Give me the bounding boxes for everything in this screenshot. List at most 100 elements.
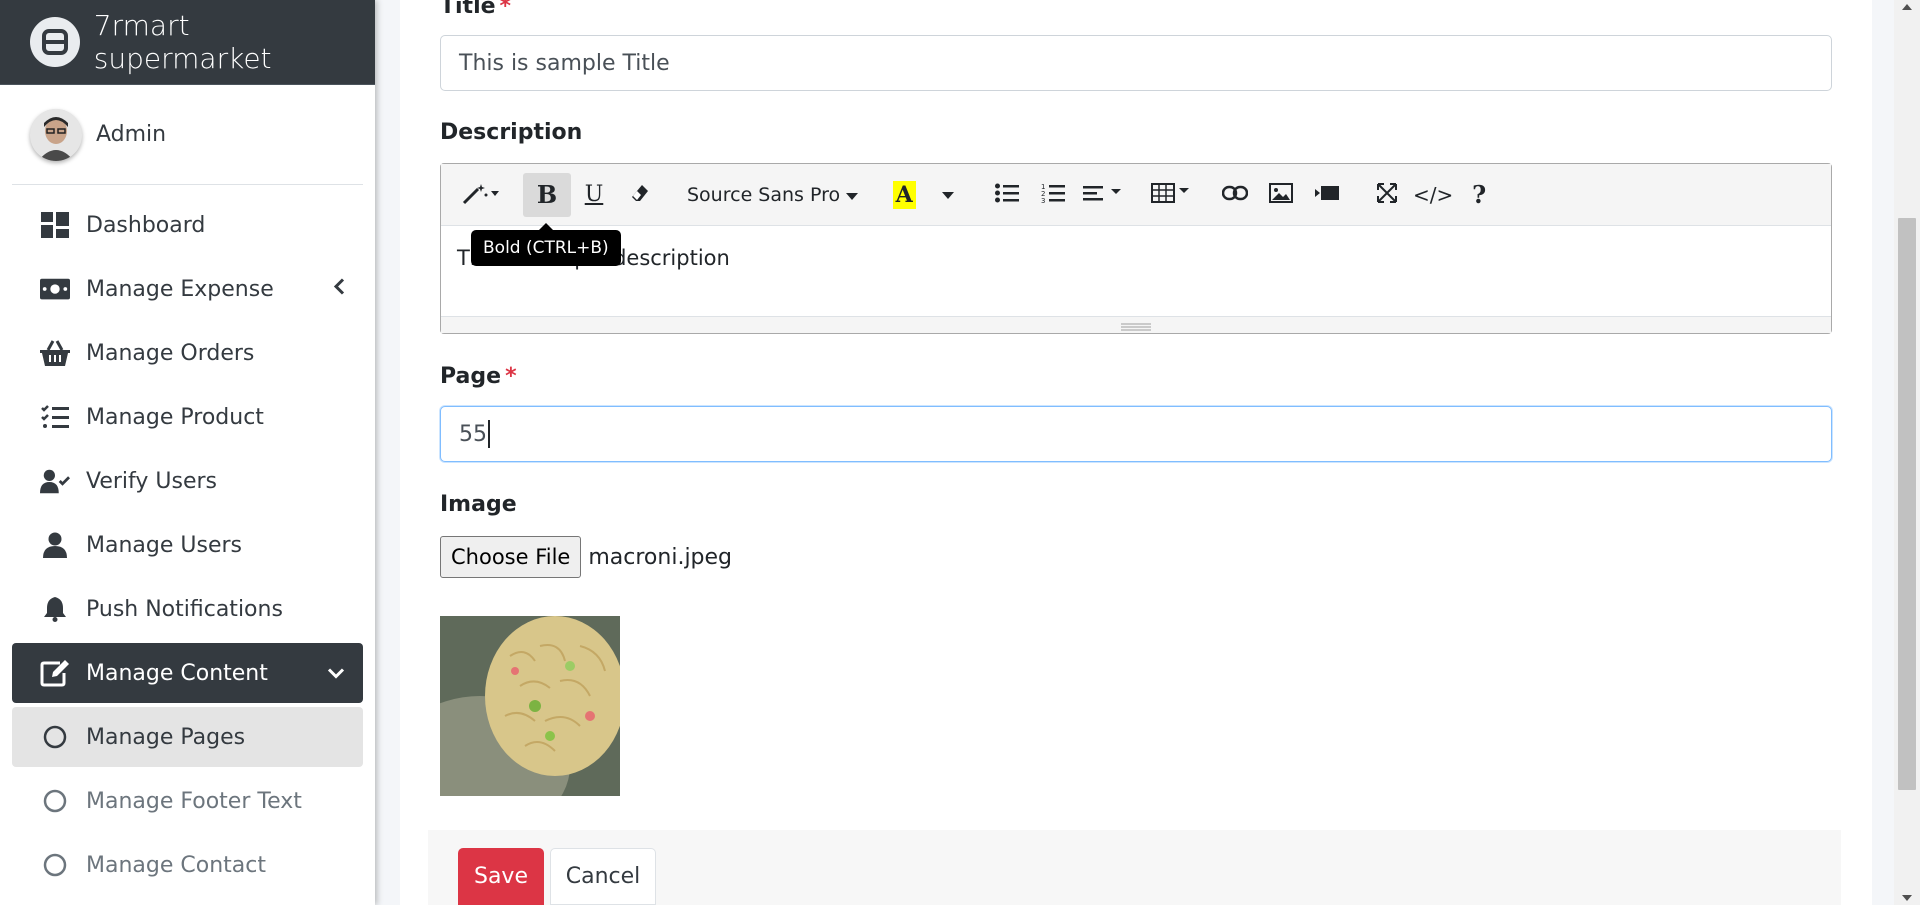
sidebar-nav: Dashboard Manage Expense Manage Orders M… (0, 195, 375, 895)
sidebar-item-verify-users[interactable]: Verify Users (12, 451, 363, 511)
eraser-icon (630, 183, 650, 207)
sidebar-item-manage-product[interactable]: Manage Product (12, 387, 363, 447)
color-dropdown-button[interactable] (926, 173, 970, 217)
font-color-icon: A (892, 180, 916, 209)
page-scrollbar[interactable] (1894, 0, 1920, 905)
bold-icon: B (536, 180, 558, 209)
sidebar-item-manage-pages[interactable]: Manage Pages (12, 707, 363, 767)
sidebar-item-manage-expense[interactable]: Manage Expense (12, 259, 363, 319)
choose-file-button[interactable]: Choose File (440, 536, 582, 578)
basket-icon (40, 338, 70, 368)
user-check-icon (40, 466, 70, 496)
scroll-thumb[interactable] (1898, 218, 1916, 790)
underline-icon: U (584, 182, 604, 207)
code-view-button[interactable]: </> (1410, 173, 1456, 217)
editor-toolbar: B U Source Sans Pro A 1 2 3 </> ? (441, 164, 1831, 226)
sidebar-item-label: Manage Users (86, 532, 242, 558)
sidebar-item-manage-content[interactable]: Manage Content (12, 643, 363, 703)
required-mark: * (499, 0, 512, 19)
link-icon (1221, 185, 1249, 205)
title-label: Title * (440, 0, 511, 19)
sidebar-item-label: Manage Contact (86, 852, 266, 878)
clear-format-button[interactable] (617, 173, 663, 217)
image-label: Image (440, 492, 517, 517)
cancel-button[interactable]: Cancel (550, 848, 656, 905)
list-check-icon (40, 402, 70, 432)
sidebar-item-label: Manage Content (86, 660, 268, 686)
sidebar-item-label: Push Notifications (86, 596, 283, 622)
page-label: Page * (440, 364, 517, 389)
sidebar-item-label: Dashboard (86, 212, 206, 238)
bell-icon (40, 594, 70, 624)
title-input-value: This is sample Title (459, 50, 670, 76)
sidebar-item-label: Manage Expense (86, 276, 274, 302)
sidebar-item-dashboard[interactable]: Dashboard (12, 195, 363, 255)
scroll-down-icon[interactable] (1902, 895, 1912, 901)
align-left-icon (1083, 184, 1123, 206)
video-button[interactable] (1304, 173, 1350, 217)
caret-down-icon (846, 184, 859, 206)
bold-button[interactable]: B (523, 172, 571, 217)
circle-icon (40, 850, 70, 880)
money-icon (40, 274, 70, 304)
sidebar-item-manage-footer-text[interactable]: Manage Footer Text (12, 771, 363, 831)
link-button[interactable] (1212, 173, 1258, 217)
page-input[interactable]: 55 (440, 406, 1832, 462)
paragraph-align-button[interactable] (1076, 173, 1130, 217)
sidebar-item-manage-orders[interactable]: Manage Orders (12, 323, 363, 383)
edit-page-card: Title * This is sample Title Description … (400, 0, 1872, 905)
image-preview (440, 616, 620, 796)
brand-name: 7rmart supermarket (93, 9, 272, 75)
title-input[interactable]: This is sample Title (440, 35, 1832, 91)
font-family-dropdown[interactable]: Source Sans Pro (677, 173, 868, 217)
editor-resize-handle[interactable] (441, 316, 1831, 333)
caret-down-icon (942, 185, 955, 204)
svg-text:3: 3 (1041, 197, 1045, 204)
sidebar-item-label: Verify Users (86, 468, 218, 494)
sidebar-item-manage-users[interactable]: Manage Users (12, 515, 363, 575)
style-button[interactable] (455, 173, 509, 217)
sidebar-item-push-notifications[interactable]: Push Notifications (12, 579, 363, 639)
sidebar-item-label: Manage Pages (86, 724, 246, 750)
avatar (30, 108, 82, 161)
font-family-value: Source Sans Pro (687, 183, 841, 206)
table-icon (1151, 182, 1191, 207)
image-icon (1269, 182, 1294, 207)
ordered-list-button[interactable]: 123 (1030, 173, 1076, 217)
rich-text-editor: B U Source Sans Pro A 1 2 3 </> ? descri… (440, 163, 1832, 334)
title-label-text: Title (440, 0, 496, 19)
fullscreen-button[interactable] (1364, 173, 1410, 217)
underline-button[interactable]: U (571, 173, 617, 217)
table-button[interactable] (1144, 173, 1198, 217)
editor-content[interactable]: This is sample description (441, 226, 1831, 316)
help-button[interactable]: ? (1456, 173, 1502, 217)
page-label-text: Page (440, 364, 502, 389)
circle-icon (40, 722, 70, 752)
sidebar-item-manage-contact[interactable]: Manage Contact (12, 835, 363, 895)
video-icon (1315, 185, 1340, 205)
question-icon: ? (1472, 180, 1487, 209)
brand-logo-icon (30, 17, 80, 67)
save-button[interactable]: Save (458, 848, 544, 905)
text-caret (488, 420, 490, 448)
user-name: Admin (96, 122, 167, 147)
highlight-color-button[interactable]: A (882, 173, 926, 217)
user-icon (40, 530, 70, 560)
picture-button[interactable] (1258, 173, 1304, 217)
user-panel[interactable]: Admin (12, 85, 363, 185)
form-footer: Save Cancel (428, 830, 1841, 905)
magic-wand-icon (462, 181, 502, 209)
brand[interactable]: 7rmart supermarket (0, 0, 375, 85)
chevron-left-icon (333, 277, 345, 302)
unordered-list-button[interactable] (984, 173, 1030, 217)
circle-icon (40, 786, 70, 816)
list-ul-icon (995, 183, 1020, 207)
sidebar-item-label: Manage Footer Text (86, 788, 302, 814)
sidebar: 7rmart supermarket Admin Dashboard Manag… (0, 0, 375, 905)
page-input-value: 55 (459, 421, 487, 447)
list-ol-icon: 123 (1041, 182, 1066, 208)
grip-icon (1121, 316, 1151, 335)
scroll-up-icon[interactable] (1902, 4, 1912, 10)
sidebar-item-label: Manage Product (86, 404, 264, 430)
file-name: macroni.jpeg (588, 544, 733, 570)
